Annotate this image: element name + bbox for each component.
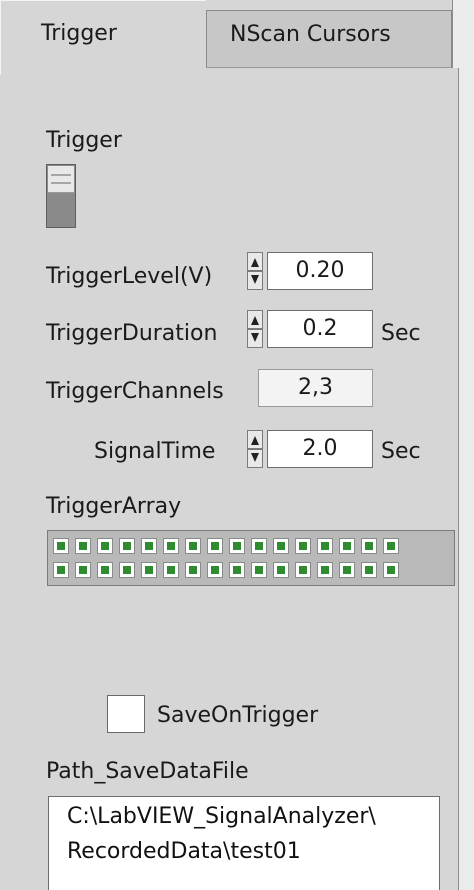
trigger-level-input[interactable]: 0.20 <box>267 252 373 290</box>
signal-time-label: SignalTime <box>94 439 216 464</box>
path-save-data-file-input[interactable]: C:\LabVIEW_SignalAnalyzer\ RecordedData\… <box>48 796 440 890</box>
led-indicator <box>229 538 245 554</box>
trigger-channels-indicator: 2,3 <box>258 369 373 407</box>
led-indicator <box>339 562 355 578</box>
led-indicator <box>229 562 245 578</box>
trigger-switch-label: Trigger <box>46 128 122 153</box>
tab-label: NScan Cursors <box>230 22 391 47</box>
led-indicator <box>141 562 157 578</box>
led-indicator <box>163 562 179 578</box>
led-indicator <box>361 538 377 554</box>
trigger-level-increment-decrement[interactable] <box>247 252 263 290</box>
trigger-duration-increment-decrement[interactable] <box>247 310 263 348</box>
led-indicator <box>295 562 311 578</box>
arrow-down-icon[interactable] <box>251 453 259 462</box>
led-indicator <box>361 562 377 578</box>
led-indicator <box>185 562 201 578</box>
spin-divider <box>248 270 262 272</box>
arrow-up-icon[interactable] <box>251 258 259 267</box>
led-indicator <box>251 562 267 578</box>
arrow-down-icon[interactable] <box>251 275 259 284</box>
arrow-up-icon[interactable] <box>251 316 259 325</box>
led-indicator <box>251 538 267 554</box>
save-on-trigger-checkbox[interactable] <box>107 695 145 733</box>
panel-right-edge <box>458 68 474 890</box>
signal-time-unit: Sec <box>381 439 421 464</box>
tab-label: Trigger <box>41 21 117 46</box>
spin-divider <box>248 448 262 450</box>
led-row <box>53 560 399 580</box>
trigger-level-label: TriggerLevel(V) <box>46 264 213 289</box>
led-indicator <box>119 538 135 554</box>
tab-trigger[interactable]: Trigger <box>0 0 206 75</box>
switch-knob[interactable] <box>48 166 74 193</box>
trigger-duration-unit: Sec <box>381 321 421 346</box>
front-panel: NScan Cursors Trigger Trigger TriggerLev… <box>0 0 474 890</box>
trigger-duration-label: TriggerDuration <box>46 321 218 346</box>
tab-nscan-cursors[interactable]: NScan Cursors <box>206 10 452 68</box>
led-indicator <box>207 562 223 578</box>
led-indicator <box>273 538 289 554</box>
path-value-text: C:\LabVIEW_SignalAnalyzer\ RecordedData\… <box>67 804 376 864</box>
led-indicator <box>53 562 69 578</box>
led-indicator <box>53 538 69 554</box>
led-row <box>53 536 399 556</box>
led-indicator <box>97 538 113 554</box>
led-indicator <box>339 538 355 554</box>
trigger-array-led-grid <box>47 530 455 586</box>
led-indicator <box>207 538 223 554</box>
led-indicator <box>295 538 311 554</box>
led-indicator <box>383 562 399 578</box>
tab-bar: NScan Cursors Trigger <box>0 0 474 75</box>
led-indicator <box>273 562 289 578</box>
led-indicator <box>383 538 399 554</box>
spin-divider <box>248 328 262 330</box>
tab-bar-end <box>452 0 474 68</box>
led-indicator <box>163 538 179 554</box>
path-save-data-file-label: Path_SaveDataFile <box>46 759 249 784</box>
trigger-toggle-switch[interactable] <box>46 164 76 228</box>
trigger-channels-label: TriggerChannels <box>46 379 224 404</box>
led-indicator <box>185 538 201 554</box>
led-indicator <box>119 562 135 578</box>
trigger-array-label: TriggerArray <box>46 494 182 519</box>
led-indicator <box>317 562 333 578</box>
arrow-up-icon[interactable] <box>251 436 259 445</box>
led-indicator <box>97 562 113 578</box>
led-indicator <box>75 562 91 578</box>
led-indicator <box>317 538 333 554</box>
save-on-trigger-label: SaveOnTrigger <box>157 703 319 728</box>
led-indicator <box>141 538 157 554</box>
signal-time-input[interactable]: 2.0 <box>267 430 373 468</box>
trigger-duration-input[interactable]: 0.2 <box>267 310 373 348</box>
signal-time-increment-decrement[interactable] <box>247 430 263 468</box>
arrow-down-icon[interactable] <box>251 333 259 342</box>
led-indicator <box>75 538 91 554</box>
